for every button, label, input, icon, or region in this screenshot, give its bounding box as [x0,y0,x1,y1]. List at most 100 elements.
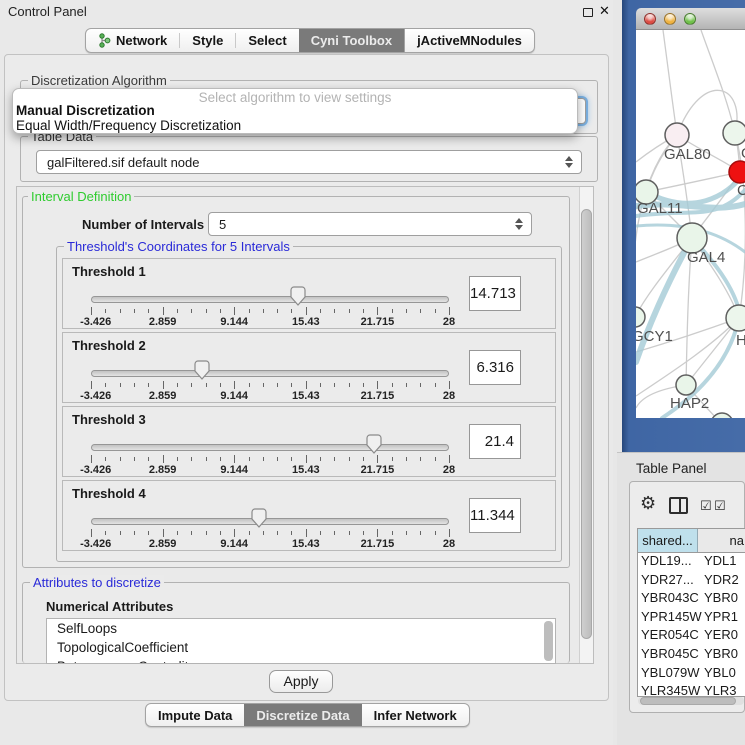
network-node[interactable] [665,123,689,147]
cell-shared-name[interactable]: YDL19... [638,553,704,572]
list-item[interactable]: BetweennessCentrality [47,657,555,664]
tab-style[interactable]: Style [180,29,235,52]
popup-item-equal-width-frequency[interactable]: Equal Width/Frequency Discretization [16,118,241,133]
mac-close-button[interactable] [644,13,656,25]
cell-shared-name[interactable]: YER054C [638,627,704,646]
tab-discretize-data[interactable]: Discretize Data [244,704,361,726]
network-node[interactable] [726,305,745,331]
table-data-value: galFiltered.sif default node [47,155,199,170]
cell-shared-name[interactable]: YPR145W [638,609,704,628]
checkbox-icon[interactable]: ☑ [700,498,712,514]
table-panel-title: Table Panel [636,461,707,476]
cell-name[interactable]: YDL1 [704,553,745,572]
threshold-label: Threshold 4 [72,486,146,501]
table-row[interactable]: YBR043CYBR0 [638,590,745,609]
network-node[interactable] [729,161,745,183]
network-node[interactable] [636,307,645,327]
column-header-shared-name[interactable]: shared... [638,529,698,552]
threshold-row: Threshold 4 -3.4262.8599.14415.4321.7152… [62,480,556,551]
node-label: H [736,332,745,349]
scrollbar-thumb[interactable] [581,209,592,639]
threshold-slider-track[interactable] [91,444,449,451]
network-node[interactable] [723,121,745,145]
discretization-algorithm-title: Discretization Algorithm [28,73,170,88]
control-panel-title: Control Panel [8,4,87,19]
apply-button[interactable]: Apply [269,670,333,693]
node-label: GAL11 [637,200,683,217]
cell-shared-name[interactable]: YBL079W [638,665,704,684]
table-row[interactable]: YBR045CYBR0 [638,646,745,665]
cell-name[interactable]: YER0 [704,627,745,646]
cell-shared-name[interactable]: YBR043C [638,590,704,609]
threshold-value-field[interactable]: 21.4 [469,424,521,459]
list-item[interactable]: SelfLoops [47,619,555,638]
gear-icon[interactable]: ⚙ [640,493,656,514]
cell-shared-name[interactable]: YLR345W [638,683,704,697]
table-row[interactable]: YPR145WYPR1 [638,609,745,628]
table-horizontal-scrollbar[interactable] [638,697,744,705]
checkbox-icon[interactable]: ☑ [714,498,726,514]
threshold-slider-track[interactable] [91,296,449,303]
table-row[interactable]: YER054CYER0 [638,627,745,646]
threshold-value-field[interactable]: 14.713 [469,276,521,311]
threshold-slider-handle[interactable] [289,286,307,307]
network-view[interactable]: GAL80GACGAL11GAL4GCY1HHAP2 [636,30,745,418]
cell-shared-name[interactable]: YDR27... [638,572,704,591]
node-label: GA [741,145,745,162]
slider-scale-labels: -3.4262.8599.14415.4321.71528 [91,464,449,476]
columns-icon[interactable] [669,497,688,514]
cell-name[interactable]: YLR3 [704,683,745,697]
cell-name[interactable]: YPR1 [704,609,745,628]
scrollbar-thumb[interactable] [640,697,736,705]
threshold-value-field[interactable]: 11.344 [469,498,521,533]
cell-shared-name[interactable]: YBR045C [638,646,704,665]
list-scrollbar[interactable] [544,621,553,661]
table-row[interactable]: YDL19...YDL1 [638,553,745,572]
threshold-slider-handle[interactable] [250,508,268,529]
stepper-icon [565,156,573,168]
threshold-slider-track[interactable] [91,370,449,377]
cell-name[interactable]: YBL0 [704,665,745,684]
list-item[interactable]: TopologicalCoefficient [47,638,555,657]
threshold-slider-track[interactable] [91,518,449,525]
tab-impute-data[interactable]: Impute Data [146,704,244,726]
cell-name[interactable]: YDR2 [704,572,745,591]
num-intervals-combobox[interactable]: 5 [208,212,532,236]
top-tabbar: Network Style Select Cyni Toolbox jActiv… [85,28,535,53]
close-icon[interactable]: ✕ [599,3,610,19]
node-table[interactable]: shared... na YDL19...YDL1YDR27...YDR2YBR… [637,528,745,697]
table-row[interactable]: YDR27...YDR2 [638,572,745,591]
network-node[interactable] [711,413,733,418]
stepper-icon [515,218,523,230]
tab-infer-network[interactable]: Infer Network [362,704,469,726]
network-icon [98,33,111,48]
float-window-icon[interactable] [583,8,593,17]
network-node[interactable] [676,375,696,395]
mac-minimize-button[interactable] [664,13,676,25]
table-row[interactable]: YBL079WYBL0 [638,665,745,684]
cell-name[interactable]: YBR0 [704,590,745,609]
tab-cyni-toolbox[interactable]: Cyni Toolbox [299,29,404,52]
table-row[interactable]: YLR345WYLR3 [638,683,745,697]
panel-vertical-scrollbar[interactable] [579,187,593,663]
slider-ticks [91,529,449,538]
tab-network[interactable]: Network [86,29,179,52]
tab-jactivemnodules[interactable]: jActiveMNodules [404,29,534,52]
mac-zoom-button[interactable] [684,13,696,25]
table-rows: YDL19...YDL1YDR27...YDR2YBR043CYBR0YPR14… [638,553,745,697]
control-panel: Control Panel ✕ Network [0,0,613,745]
numerical-attributes-list[interactable]: SelfLoops TopologicalCoefficient Between… [46,618,556,664]
popup-item-manual-discretization[interactable]: Manual Discretization [16,103,155,118]
threshold-row: Threshold 2 -3.4262.8599.14415.4321.7152… [62,332,556,403]
tab-select[interactable]: Select [236,29,298,52]
cell-name[interactable]: YBR0 [704,646,745,665]
table-data-combobox[interactable]: galFiltered.sif default node [36,150,582,174]
threshold-slider-handle[interactable] [193,360,211,381]
network-window-titlebar[interactable] [636,8,745,30]
threshold-value-field[interactable]: 6.316 [469,350,521,385]
threshold-slider-handle[interactable] [365,434,383,455]
slider-ticks [91,307,449,316]
interval-definition-title: Interval Definition [28,189,134,204]
column-header-name[interactable]: na [698,529,745,552]
slider-scale-labels: -3.4262.8599.14415.4321.71528 [91,390,449,402]
